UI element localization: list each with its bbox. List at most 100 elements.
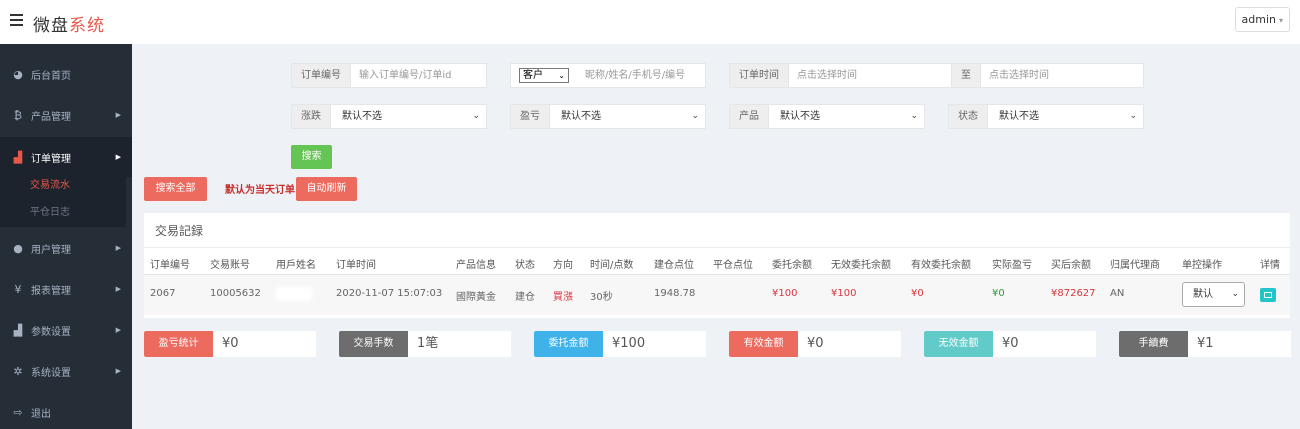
rise-fall-select[interactable]: 默认不选 ⌄ <box>331 105 486 128</box>
search-button[interactable]: 搜索 <box>291 145 332 169</box>
column-header: 归属代理商 <box>1110 260 1160 271</box>
stat-label: 盈亏统计 <box>144 331 213 357</box>
cell-agent: AN <box>1110 288 1125 299</box>
start-time-input[interactable] <box>789 64 951 87</box>
sidebar-item-params[interactable]: ▟ 参数设置 ▶ <box>0 310 132 350</box>
sidebar-subitem-trade-flow[interactable]: 交易流水 <box>0 172 126 200</box>
control-select[interactable]: 默认 ⌄ <box>1182 282 1245 307</box>
sidebar-item-label: 用户管理 <box>31 244 71 256</box>
sidebar-item-label: 后台首页 <box>31 70 71 82</box>
status-field: 状态 默认不选 ⌄ <box>948 104 1144 129</box>
column-header: 委托余额 <box>772 260 812 271</box>
rise-fall-value: 默认不选 <box>342 111 382 122</box>
chevron-down-icon: ⌄ <box>472 111 480 121</box>
user-icon: ● <box>13 241 23 255</box>
cell-pnl: ¥0 <box>992 288 1005 299</box>
sidebar-item-logout[interactable]: ⇨ 退出 <box>0 392 132 429</box>
admin-label: admin <box>1241 13 1276 26</box>
rise-fall-field: 涨跌 默认不选 ⌄ <box>291 104 487 129</box>
detail-icon[interactable] <box>1260 288 1276 302</box>
sidebar-item-system[interactable]: ✲ 系统设置 ▶ <box>0 351 132 391</box>
logo-accent-text: 系统 <box>69 16 105 36</box>
product-select[interactable]: 默认不选 ⌄ <box>769 105 924 128</box>
stat-value: ¥0 <box>1002 336 1019 351</box>
status-label: 状态 <box>949 105 988 128</box>
rise-fall-label: 涨跌 <box>292 105 331 128</box>
chevron-right-icon: ▶ <box>115 367 121 375</box>
stat-label: 无效金额 <box>924 331 993 357</box>
copy-icon: ▟ <box>13 323 23 337</box>
chevron-down-icon: ⌄ <box>1129 111 1137 121</box>
column-header: 状态 <box>515 260 535 271</box>
copy-icon: ▟ <box>13 150 23 164</box>
table-row: 2067 10005632 2020-11-07 15:07:03 國際黃金 建… <box>144 275 1290 315</box>
customer-input[interactable] <box>577 64 705 87</box>
stat-label: 有效金额 <box>729 331 798 357</box>
search-all-button[interactable]: 搜索全部 <box>144 177 207 201</box>
top-header: 微盘系统 admin ▾ <box>0 0 1300 44</box>
sidebar-item-users[interactable]: ● 用户管理 ▶ <box>0 228 132 268</box>
admin-dropdown[interactable]: admin ▾ <box>1234 7 1290 32</box>
stat-label: 手續費 <box>1119 331 1188 357</box>
profit-field: 盈亏 默认不选 ⌄ <box>510 104 706 129</box>
menu-toggle-icon[interactable] <box>10 14 23 26</box>
signout-icon: ⇨ <box>13 405 23 419</box>
yen-icon: ¥ <box>14 282 22 296</box>
stat-value: ¥0 <box>807 336 824 351</box>
chevron-right-icon: ▶ <box>115 326 121 334</box>
cell-order-no: 2067 <box>150 288 176 299</box>
column-header: 产品信息 <box>456 260 496 271</box>
bitcoin-icon: ₿ <box>13 108 23 122</box>
column-header: 实际盈亏 <box>992 260 1032 271</box>
customer-type-select[interactable]: 客户 ⌄ <box>519 68 569 83</box>
column-header: 单控操作 <box>1182 260 1222 271</box>
status-select[interactable]: 默认不选 ⌄ <box>988 105 1143 128</box>
sidebar-subitem-close-log[interactable]: 平仓日志 <box>0 199 126 227</box>
column-header: 订单时间 <box>336 260 376 271</box>
status-value: 默认不选 <box>999 111 1039 122</box>
sidebar-item-label: 产品管理 <box>31 111 71 123</box>
cell-balance: ¥872627 <box>1051 288 1096 299</box>
product-value: 默认不选 <box>780 111 820 122</box>
column-header: 交易账号 <box>210 260 250 271</box>
stat-value: ¥0 <box>222 336 239 351</box>
chevron-down-icon: ⌄ <box>691 111 699 121</box>
dashboard-icon: ◕ <box>13 67 23 81</box>
column-header: 无效委托余额 <box>831 260 891 271</box>
sidebar-item-products[interactable]: ₿ 产品管理 ▶ <box>0 95 132 135</box>
sidebar-item-label: 订单管理 <box>31 153 71 165</box>
cell-username-redacted <box>276 287 312 301</box>
sidebar-item-dashboard[interactable]: ◕ 后台首页 <box>0 54 132 94</box>
column-header: 建仓点位 <box>654 260 694 271</box>
panel-title: 交易記録 <box>155 224 204 238</box>
app-logo: 微盘系统 <box>33 11 105 36</box>
auto-refresh-button[interactable]: 自动刷新 <box>296 177 357 201</box>
sidebar-item-label: 报表管理 <box>31 285 71 297</box>
cell-open-price: 1948.78 <box>654 288 696 299</box>
profit-value: 默认不选 <box>561 111 601 122</box>
cell-entrust: ¥100 <box>772 288 798 299</box>
profit-select[interactable]: 默认不选 ⌄ <box>550 105 705 128</box>
chevron-down-icon: ⌄ <box>558 71 565 80</box>
sidebar-item-orders[interactable]: ▟ 订单管理 ▶ <box>0 137 132 177</box>
end-time-input[interactable] <box>981 64 1143 87</box>
stat-valid: 有效金额 ¥0 <box>729 331 901 357</box>
order-time-field: 订单时间 至 <box>729 63 1144 88</box>
cell-status: 建仓 <box>515 292 535 303</box>
column-header: 方向 <box>553 260 573 271</box>
cell-product: 國際黃金 <box>456 292 496 303</box>
chevron-right-icon: ▶ <box>115 153 121 161</box>
column-header: 时间/点数 <box>590 260 634 271</box>
order-no-input[interactable] <box>351 64 486 87</box>
profit-label: 盈亏 <box>511 105 550 128</box>
chevron-right-icon: ▶ <box>115 285 121 293</box>
chevron-down-icon: ⌄ <box>910 111 918 121</box>
stat-entrust: 委托金额 ¥100 <box>534 331 706 357</box>
chevron-right-icon: ▶ <box>115 244 121 252</box>
caret-down-icon: ▾ <box>1278 16 1283 25</box>
stat-label: 委托金额 <box>534 331 603 357</box>
sidebar-item-reports[interactable]: ¥ 报表管理 ▶ <box>0 269 132 309</box>
cell-invalid-entrust: ¥100 <box>831 288 857 299</box>
column-header: 详情 <box>1260 260 1280 271</box>
column-header: 有效委托余额 <box>911 260 971 271</box>
